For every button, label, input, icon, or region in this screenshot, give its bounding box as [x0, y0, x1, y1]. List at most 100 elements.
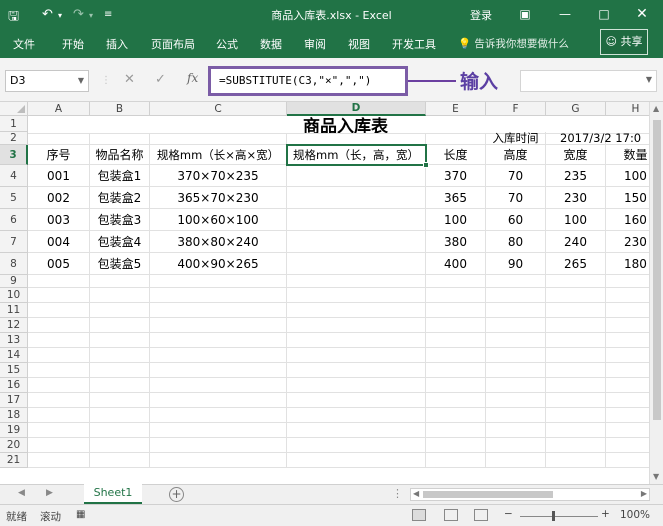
cell[interactable]: [546, 288, 606, 303]
cell[interactable]: [90, 423, 150, 438]
data-cell[interactable]: 80: [486, 231, 546, 253]
header-cell[interactable]: 宽度: [546, 145, 606, 165]
cell[interactable]: [486, 378, 546, 393]
data-cell[interactable]: 370×70×235: [150, 165, 287, 187]
header-cell[interactable]: 规格mm（长×高×宽）: [150, 145, 287, 165]
tab-home[interactable]: 开始: [62, 36, 84, 52]
column-header-b[interactable]: B: [90, 102, 150, 116]
minimize-icon[interactable]: —: [556, 5, 574, 23]
data-cell[interactable]: 90: [486, 253, 546, 275]
cell[interactable]: [150, 288, 287, 303]
expand-formula-bar-icon[interactable]: ▼: [646, 75, 652, 84]
cell[interactable]: [426, 348, 486, 363]
header-cell[interactable]: 长度: [426, 145, 486, 165]
data-cell[interactable]: 包装盒1: [90, 165, 150, 187]
cell[interactable]: [90, 438, 150, 453]
cell[interactable]: [150, 318, 287, 333]
tab-view[interactable]: 视图: [348, 36, 370, 52]
cell[interactable]: [90, 318, 150, 333]
cell[interactable]: [90, 303, 150, 318]
cell[interactable]: [546, 378, 606, 393]
cell[interactable]: [426, 393, 486, 408]
row-header-7[interactable]: 7: [0, 231, 28, 253]
cell[interactable]: [486, 275, 546, 288]
cell[interactable]: [546, 393, 606, 408]
add-sheet-icon[interactable]: +: [169, 487, 184, 502]
data-cell[interactable]: 包装盒4: [90, 231, 150, 253]
name-box[interactable]: D3 ▼: [5, 70, 89, 92]
cell[interactable]: [150, 303, 287, 318]
cell[interactable]: [546, 318, 606, 333]
data-cell[interactable]: 包装盒3: [90, 209, 150, 231]
row-header-11[interactable]: 11: [0, 303, 28, 318]
data-cell[interactable]: 380: [426, 231, 486, 253]
row-header-6[interactable]: 6: [0, 209, 28, 231]
vertical-scroll-thumb[interactable]: [653, 120, 661, 420]
cell[interactable]: [546, 348, 606, 363]
column-header-d[interactable]: D: [287, 102, 426, 116]
data-cell[interactable]: 365×70×230: [150, 187, 287, 209]
scroll-up-icon[interactable]: ▲: [653, 104, 659, 113]
cell[interactable]: [150, 275, 287, 288]
cell[interactable]: [150, 423, 287, 438]
column-header-g[interactable]: G: [546, 102, 606, 116]
cell[interactable]: [28, 408, 90, 423]
cell[interactable]: [426, 363, 486, 378]
column-header-c[interactable]: C: [150, 102, 287, 116]
cell[interactable]: [90, 348, 150, 363]
cell[interactable]: [486, 363, 546, 378]
cell[interactable]: [486, 318, 546, 333]
cell[interactable]: [28, 318, 90, 333]
share-button[interactable]: ☺ 共享: [600, 29, 648, 55]
cell[interactable]: [28, 333, 90, 348]
data-cell[interactable]: 265: [546, 253, 606, 275]
row-header-15[interactable]: 15: [0, 363, 28, 378]
data-cell[interactable]: 70: [486, 187, 546, 209]
cancel-icon[interactable]: ✕: [124, 72, 135, 87]
cell[interactable]: [426, 318, 486, 333]
undo-icon[interactable]: ↶: [42, 7, 53, 22]
save-icon[interactable]: 🖫: [8, 7, 19, 29]
row-header-12[interactable]: 12: [0, 318, 28, 333]
cell[interactable]: [287, 363, 426, 378]
cell[interactable]: [486, 393, 546, 408]
enter-icon[interactable]: ✓: [155, 72, 166, 87]
macro-record-icon[interactable]: ▦: [76, 509, 85, 520]
prev-sheet-icon[interactable]: ◀: [18, 488, 25, 498]
cell[interactable]: [28, 393, 90, 408]
data-cell[interactable]: 100: [426, 209, 486, 231]
cell[interactable]: [28, 438, 90, 453]
cell[interactable]: [486, 333, 546, 348]
cell[interactable]: [546, 438, 606, 453]
vertical-scrollbar[interactable]: ▲ ▼: [649, 102, 663, 484]
cell[interactable]: [28, 423, 90, 438]
cell[interactable]: [287, 453, 426, 468]
row-header-21[interactable]: 21: [0, 453, 28, 468]
cell[interactable]: [486, 288, 546, 303]
data-cell[interactable]: 60: [486, 209, 546, 231]
row-header-5[interactable]: 5: [0, 187, 28, 209]
data-cell[interactable]: 100×60×100: [150, 209, 287, 231]
redo-icon[interactable]: ↷: [73, 7, 84, 22]
data-cell[interactable]: [287, 165, 426, 187]
header-cell[interactable]: 规格mm（长，高，宽）: [287, 145, 426, 165]
cell[interactable]: [90, 408, 150, 423]
cell[interactable]: [426, 275, 486, 288]
row-header-8[interactable]: 8: [0, 253, 28, 275]
horizontal-scrollbar[interactable]: ◀ ▶: [410, 488, 650, 501]
data-cell[interactable]: 380×80×240: [150, 231, 287, 253]
tab-page-layout[interactable]: 页面布局: [151, 36, 195, 52]
tab-developer[interactable]: 开发工具: [392, 36, 436, 52]
zoom-slider[interactable]: [520, 516, 598, 517]
maximize-icon[interactable]: □: [595, 5, 613, 23]
cell[interactable]: [546, 303, 606, 318]
tab-split-icon[interactable]: ⋮: [392, 487, 403, 500]
cell[interactable]: [546, 275, 606, 288]
data-cell[interactable]: 400×90×265: [150, 253, 287, 275]
row-header-20[interactable]: 20: [0, 438, 28, 453]
scroll-right-icon[interactable]: ▶: [641, 489, 647, 498]
row-header-17[interactable]: 17: [0, 393, 28, 408]
formula-input[interactable]: =SUBSTITUTE(C3,"×",","): [208, 66, 408, 96]
cell[interactable]: [90, 333, 150, 348]
cell[interactable]: [90, 453, 150, 468]
